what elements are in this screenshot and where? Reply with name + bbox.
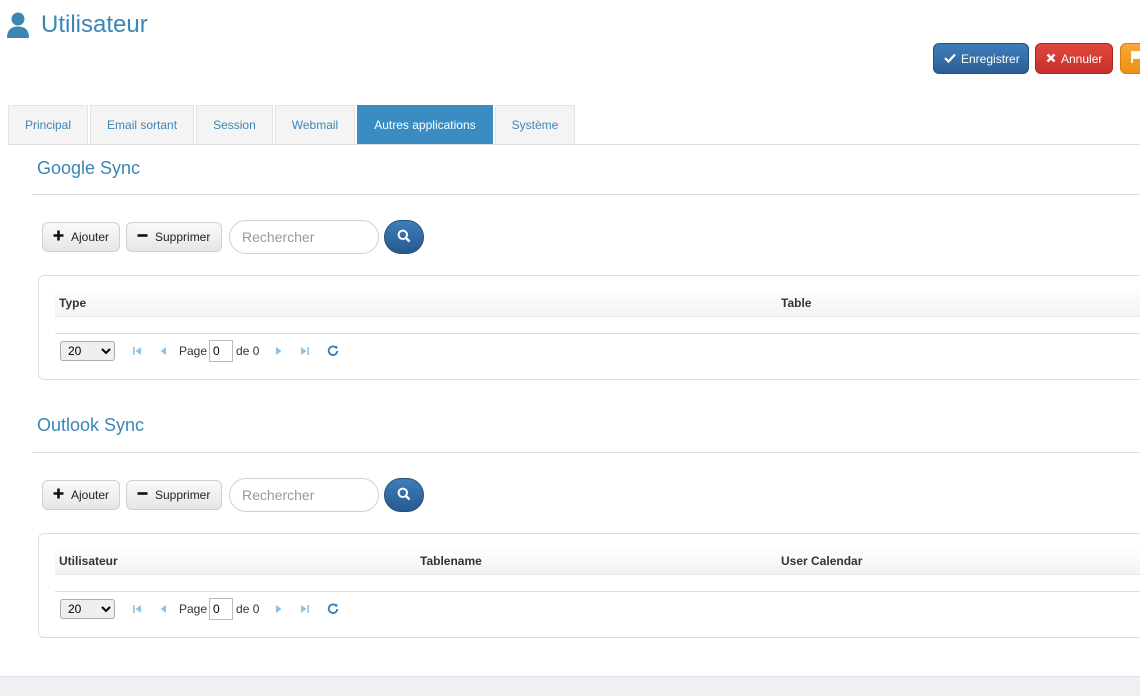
google-add-label: Ajouter — [71, 230, 110, 244]
tab-session[interactable]: Session — [196, 105, 273, 144]
minus-icon — [137, 488, 148, 502]
minus-icon — [137, 230, 148, 244]
outlook-sync-divider — [32, 452, 1140, 453]
outlook-sync-grid: Utilisateur Tablename User Calendar 20 P… — [38, 533, 1140, 638]
tab-autres-applications[interactable]: Autres applications — [357, 105, 493, 144]
next-page-icon[interactable] — [273, 603, 285, 615]
flag-icon — [1131, 51, 1140, 66]
grid-separator — [55, 333, 1140, 334]
cancel-button-label: Annuler — [1061, 51, 1103, 66]
tab-bar: Principal Email sortant Session Webmail … — [8, 105, 576, 145]
page-number-input[interactable] — [209, 340, 234, 362]
outlook-pager: 20 Page de 0 — [60, 598, 339, 620]
tab-principal[interactable]: Principal — [8, 105, 89, 144]
google-add-button[interactable]: Ajouter — [42, 222, 120, 252]
outlook-sync-title: Outlook Sync — [37, 415, 145, 435]
outlook-search-button[interactable] — [384, 478, 424, 512]
last-page-icon[interactable] — [299, 345, 311, 357]
times-icon — [1046, 52, 1056, 66]
refresh-icon[interactable] — [327, 603, 339, 615]
google-pager: 20 Page de 0 — [60, 340, 339, 362]
outlook-add-label: Ajouter — [71, 488, 110, 502]
save-button[interactable]: Enregistrer — [933, 43, 1029, 74]
column-header-type[interactable]: Type — [59, 296, 86, 310]
page-size-select[interactable]: 20 — [60, 341, 115, 361]
outlook-search-input[interactable] — [229, 478, 379, 512]
search-icon — [397, 487, 411, 504]
refresh-icon[interactable] — [327, 345, 339, 357]
grid-separator — [55, 591, 1140, 592]
tab-email-sortant[interactable]: Email sortant — [90, 105, 195, 144]
google-sync-divider — [32, 194, 1140, 195]
next-page-icon[interactable] — [273, 345, 285, 357]
outlook-delete-button[interactable]: Supprimer — [126, 480, 222, 510]
first-page-icon[interactable] — [131, 345, 143, 357]
page-count-label: de 0 — [236, 344, 260, 358]
plus-icon — [53, 230, 64, 244]
google-search-input[interactable] — [229, 220, 379, 254]
column-header-utilisateur[interactable]: Utilisateur — [59, 554, 118, 568]
column-header-user-calendar[interactable]: User Calendar — [781, 554, 862, 568]
google-delete-button[interactable]: Supprimer — [126, 222, 222, 252]
page-number-input[interactable] — [209, 598, 234, 620]
page-header: Utilisateur Enregistrer Annuler — [0, 0, 1140, 100]
cancel-button[interactable]: Annuler — [1035, 43, 1113, 74]
google-sync-grid: Type Table 20 Page de 0 — [38, 275, 1140, 380]
tab-divider — [8, 144, 1140, 145]
google-search-button[interactable] — [384, 220, 424, 254]
plus-icon — [53, 488, 64, 502]
tab-webmail[interactable]: Webmail — [274, 105, 356, 144]
page-label: Page — [179, 602, 208, 616]
first-page-icon[interactable] — [131, 603, 143, 615]
outlook-delete-label: Supprimer — [155, 488, 211, 502]
more-actions-button[interactable] — [1120, 43, 1140, 74]
google-delete-label: Supprimer — [155, 230, 211, 244]
footer-bar — [0, 676, 1140, 696]
column-header-tablename[interactable]: Tablename — [420, 554, 482, 568]
last-page-icon[interactable] — [299, 603, 311, 615]
page-count-label: de 0 — [236, 602, 260, 616]
google-sync-title: Google Sync — [37, 158, 141, 178]
google-grid-header: Type Table — [55, 288, 1140, 317]
column-header-table[interactable]: Table — [781, 296, 811, 310]
outlook-grid-header: Utilisateur Tablename User Calendar — [55, 546, 1140, 575]
page-title: Utilisateur — [41, 11, 148, 38]
tab-systeme[interactable]: Système — [494, 105, 576, 144]
page-size-select[interactable]: 20 — [60, 599, 115, 619]
search-icon — [397, 229, 411, 246]
outlook-add-button[interactable]: Ajouter — [42, 480, 120, 510]
prev-page-icon[interactable] — [157, 345, 169, 357]
user-icon — [6, 12, 30, 38]
check-icon — [944, 52, 956, 66]
save-button-label: Enregistrer — [961, 51, 1020, 66]
prev-page-icon[interactable] — [157, 603, 169, 615]
page-label: Page — [179, 344, 208, 358]
